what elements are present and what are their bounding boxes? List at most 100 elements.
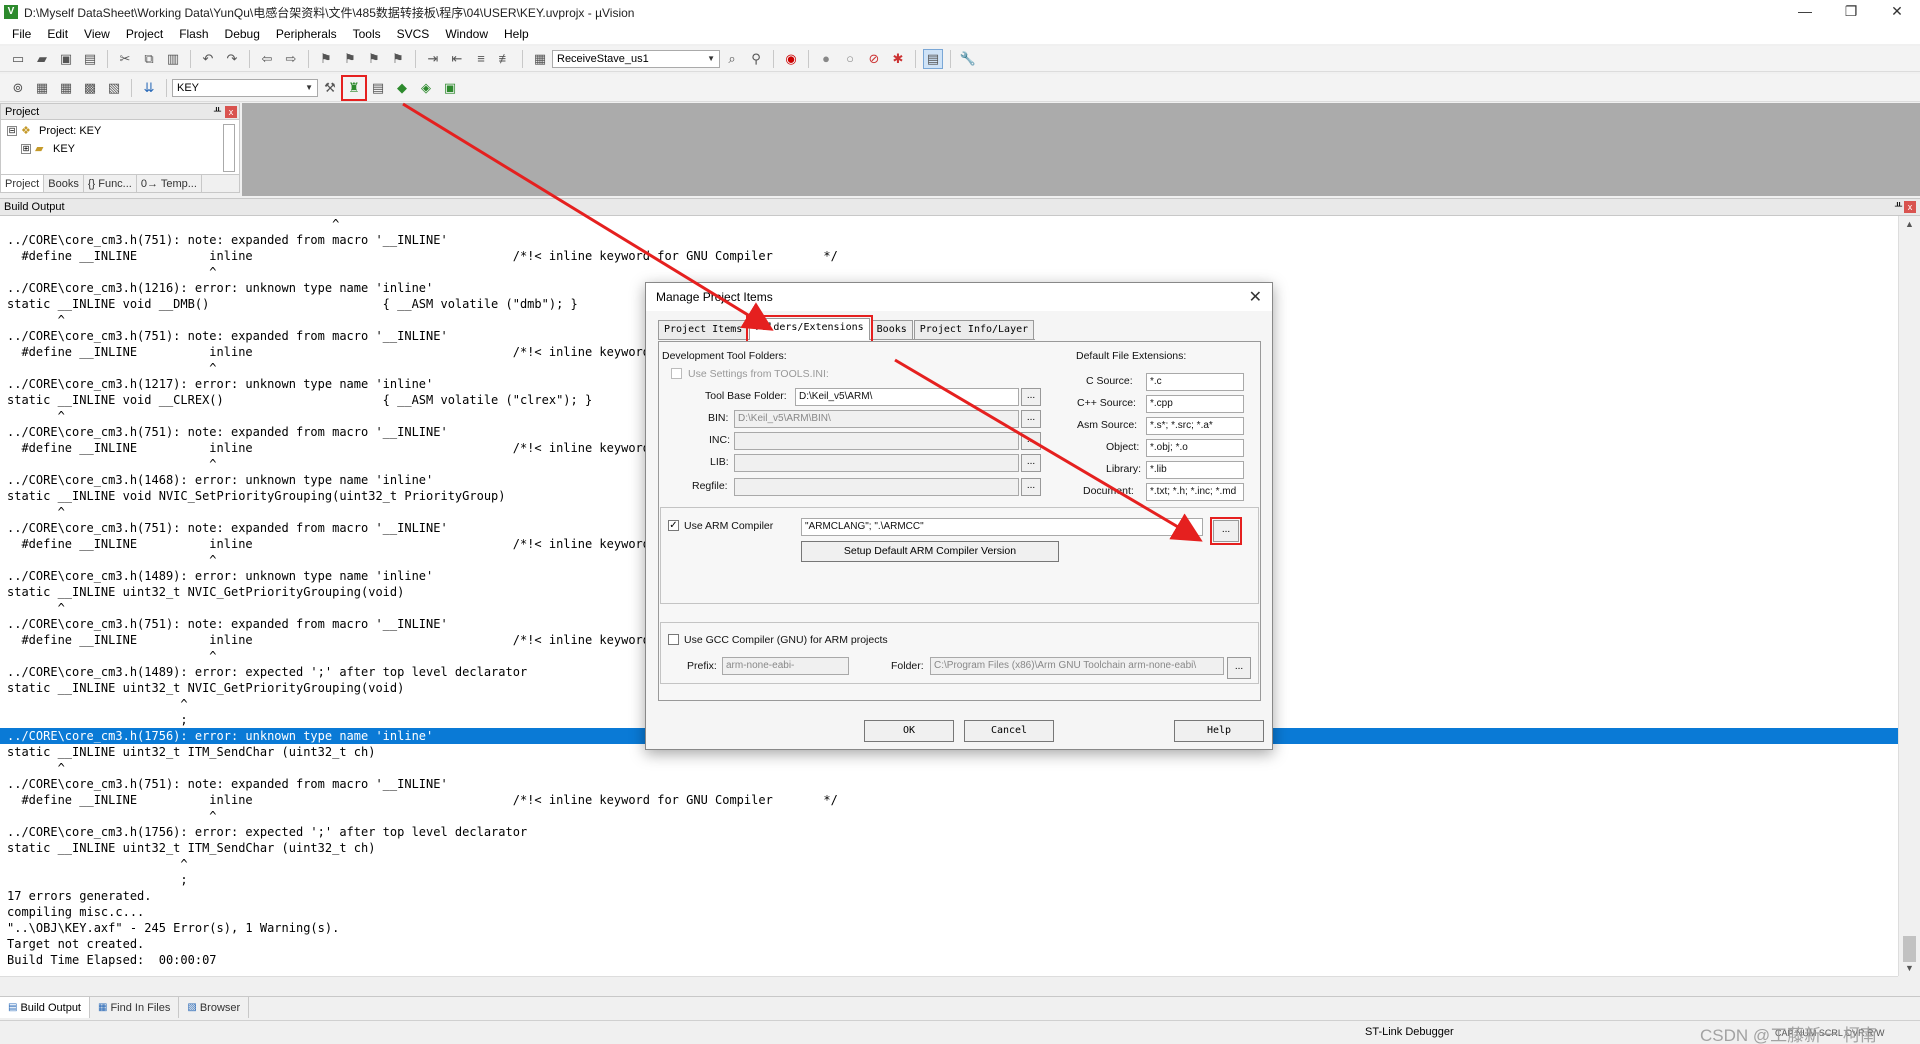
- build-output-line[interactable]: ^: [0, 808, 1898, 824]
- build-output-line[interactable]: #define __INLINE inline /*!< inline keyw…: [0, 248, 1898, 264]
- tab-build-output[interactable]: ▤ Build Output: [0, 997, 90, 1018]
- scroll-thumb[interactable]: [1903, 936, 1916, 962]
- menu-help[interactable]: Help: [496, 24, 537, 44]
- save-all-icon[interactable]: ▤: [80, 49, 100, 69]
- debug-start-icon[interactable]: ◉: [781, 49, 801, 69]
- restore-button[interactable]: ❐: [1828, 0, 1874, 24]
- tab-project-items[interactable]: Project Items: [658, 320, 749, 339]
- document-field[interactable]: *.txt; *.h; *.inc; *.md: [1146, 483, 1244, 501]
- breakpoint-all-icon[interactable]: ✱: [888, 49, 908, 69]
- dialog-close-icon[interactable]: ✕: [1249, 287, 1262, 307]
- breakpoint-disable-icon[interactable]: ○: [840, 49, 860, 69]
- prefix-field[interactable]: arm-none-eabi-: [722, 657, 849, 675]
- tab-find-in-files[interactable]: ▦ Find In Files: [90, 997, 180, 1018]
- c-source-field[interactable]: *.c: [1146, 373, 1244, 391]
- window-layout-icon[interactable]: ▤: [923, 48, 943, 69]
- build-output-line[interactable]: ^: [0, 856, 1898, 872]
- tree-item-target[interactable]: ⊞ ▰ KEY: [7, 140, 233, 158]
- gcc-folder-browse-button[interactable]: ...: [1227, 657, 1251, 679]
- bookmark-next-icon[interactable]: ⚑: [364, 49, 384, 69]
- build-output-line[interactable]: 17 errors generated.: [0, 888, 1898, 904]
- tab-project[interactable]: Project: [1, 175, 45, 192]
- minimize-button[interactable]: —: [1782, 0, 1828, 24]
- menu-peripherals[interactable]: Peripherals: [268, 24, 345, 44]
- uncomment-icon[interactable]: ≢: [495, 49, 515, 69]
- library-field[interactable]: *.lib: [1146, 461, 1244, 479]
- navigate-forward-icon[interactable]: ⇨: [281, 49, 301, 69]
- rebuild-icon[interactable]: ▦: [56, 78, 76, 98]
- stop-build-icon[interactable]: ▧: [104, 78, 124, 98]
- use-gcc-checkbox[interactable]: [668, 634, 679, 645]
- tab-functions[interactable]: {} Func...: [84, 175, 137, 192]
- indent-icon[interactable]: ⇥: [423, 49, 443, 69]
- build-output-line[interactable]: ../CORE\core_cm3.h(751): note: expanded …: [0, 776, 1898, 792]
- use-settings-checkbox[interactable]: [671, 368, 682, 379]
- batch-build-icon[interactable]: ▩: [80, 78, 100, 98]
- find-combo[interactable]: ReceiveStave_us1 ▼: [552, 49, 720, 68]
- menu-file[interactable]: File: [4, 24, 39, 44]
- object-field[interactable]: *.obj; *.o: [1146, 439, 1244, 457]
- bookmark-prev-icon[interactable]: ⚑: [340, 49, 360, 69]
- inc-browse-button[interactable]: ...: [1021, 432, 1041, 450]
- tab-browser[interactable]: ▧ Browser: [179, 997, 250, 1018]
- build-output-hscrollbar[interactable]: [0, 976, 1898, 994]
- build-icon[interactable]: ▦: [32, 78, 52, 98]
- tool-base-field[interactable]: D:\Keil_v5\ARM\: [795, 388, 1019, 406]
- inc-field[interactable]: [734, 432, 1019, 450]
- breakpoint-kill-icon[interactable]: ⊘: [864, 49, 884, 69]
- menu-svcs[interactable]: SVCS: [389, 24, 438, 44]
- comment-icon[interactable]: ≡: [471, 49, 491, 69]
- setup-default-arm-compiler-button[interactable]: Setup Default ARM Compiler Version: [801, 541, 1059, 562]
- tab-books[interactable]: Books: [870, 320, 913, 339]
- build-output-line[interactable]: ^: [0, 264, 1898, 280]
- tab-templates[interactable]: 0→ Temp...: [137, 175, 202, 192]
- scroll-up-icon[interactable]: ▲: [1899, 216, 1920, 232]
- build-output-line[interactable]: compiling misc.c...: [0, 904, 1898, 920]
- configure-wrench-icon[interactable]: 🔧: [958, 49, 978, 69]
- find-in-files-icon[interactable]: ▦: [530, 49, 550, 69]
- help-button[interactable]: Help: [1174, 720, 1264, 742]
- tab-project-info-layer[interactable]: Project Info/Layer: [913, 320, 1035, 339]
- incremental-find-icon[interactable]: ⚲: [746, 49, 766, 69]
- regfile-browse-button[interactable]: ...: [1021, 478, 1041, 496]
- save-icon[interactable]: ▣: [56, 49, 76, 69]
- regfile-field[interactable]: [734, 478, 1019, 496]
- unindent-icon[interactable]: ⇤: [447, 49, 467, 69]
- navigate-back-icon[interactable]: ⇦: [257, 49, 277, 69]
- close-window-button[interactable]: ✕: [1874, 0, 1920, 24]
- ok-button[interactable]: OK: [864, 720, 954, 742]
- breakpoint-icon[interactable]: ●: [816, 49, 836, 69]
- asm-source-field[interactable]: *.s*; *.src; *.a*: [1146, 417, 1244, 435]
- collapse-icon[interactable]: ⊟: [7, 126, 17, 136]
- open-folder-icon[interactable]: ▰: [32, 49, 52, 69]
- tab-books[interactable]: Books: [44, 175, 84, 192]
- pin-icon[interactable]: ᚇ: [214, 104, 221, 120]
- pack-installer-icon[interactable]: ◆: [392, 78, 412, 98]
- find-icon[interactable]: ⌕: [722, 49, 742, 69]
- new-file-icon[interactable]: ▭: [8, 49, 28, 69]
- bookmark-clear-icon[interactable]: ⚑: [388, 49, 408, 69]
- use-arm-compiler-checkbox[interactable]: ✓: [668, 520, 679, 531]
- close-icon[interactable]: x: [1904, 201, 1916, 213]
- menu-flash[interactable]: Flash: [171, 24, 216, 44]
- menu-tools[interactable]: Tools: [345, 24, 389, 44]
- arm-compiler-field[interactable]: "ARMCLANG"; ".\ARMCC": [801, 518, 1203, 536]
- build-output-line[interactable]: #define __INLINE inline /*!< inline keyw…: [0, 792, 1898, 808]
- build-output-line[interactable]: static __INLINE uint32_t ITM_SendChar (u…: [0, 840, 1898, 856]
- manage-project-items-icon[interactable]: ♜: [341, 74, 367, 101]
- bin-browse-button[interactable]: ...: [1021, 410, 1041, 428]
- build-output-line[interactable]: Build Time Elapsed: 00:00:07: [0, 952, 1898, 968]
- pin-icon[interactable]: ᚇ: [1895, 199, 1902, 215]
- build-output-line[interactable]: ;: [0, 872, 1898, 888]
- menu-window[interactable]: Window: [437, 24, 496, 44]
- build-output-line[interactable]: ^: [0, 216, 1898, 232]
- build-output-line[interactable]: "..\OBJ\KEY.axf" - 245 Error(s), 1 Warni…: [0, 920, 1898, 936]
- tab-folders-extensions[interactable]: Folders/Extensions: [746, 315, 873, 343]
- menu-view[interactable]: View: [76, 24, 118, 44]
- gcc-folder-field[interactable]: C:\Program Files (x86)\Arm GNU Toolchain…: [930, 657, 1224, 675]
- arm-compiler-browse-button[interactable]: ...: [1210, 517, 1242, 545]
- menu-debug[interactable]: Debug: [217, 24, 268, 44]
- build-output-line[interactable]: ../CORE\core_cm3.h(751): note: expanded …: [0, 232, 1898, 248]
- build-output-line[interactable]: ../CORE\core_cm3.h(1756): error: expecte…: [0, 824, 1898, 840]
- download-load-icon[interactable]: ⇊: [139, 78, 159, 98]
